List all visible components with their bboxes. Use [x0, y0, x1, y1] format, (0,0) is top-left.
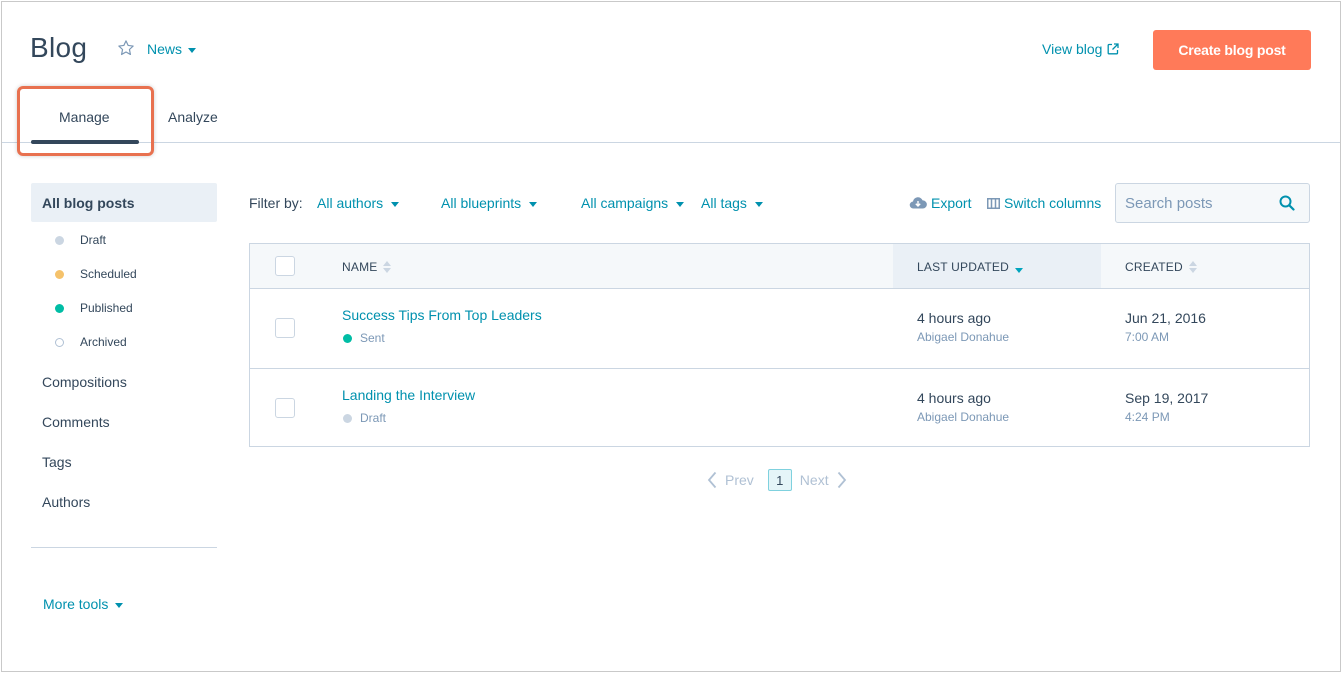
filter-label: Filter by: — [249, 195, 303, 211]
active-tab-indicator — [31, 140, 139, 144]
column-header-label: NAME — [342, 260, 378, 274]
row-checkbox[interactable] — [275, 398, 295, 418]
table-header: NAME LAST UPDATED CREATED — [250, 244, 1309, 289]
sidebar-item-tags[interactable]: Tags — [42, 454, 72, 470]
column-header-name[interactable]: NAME — [342, 260, 392, 274]
select-all-checkbox[interactable] — [275, 256, 295, 276]
sidebar-subitem-label: Published — [80, 301, 133, 315]
created-date: Jun 21, 2016 — [1125, 310, 1206, 326]
last-updated-value: 4 hours ago — [917, 310, 991, 326]
last-updated-value: 4 hours ago — [917, 390, 991, 406]
columns-icon — [987, 197, 1000, 209]
view-blog-link[interactable]: View blog — [1042, 41, 1120, 57]
sidebar-subitem-scheduled[interactable]: Scheduled — [55, 267, 137, 281]
sidebar-subitem-archived[interactable]: Archived — [55, 335, 127, 349]
status-label: Draft — [360, 411, 387, 425]
table-row: Success Tips From Top Leaders Sent 4 hou… — [250, 288, 1309, 369]
status-dot-icon — [55, 303, 64, 313]
post-title-link[interactable]: Landing the Interview — [342, 387, 475, 403]
page-number-current[interactable]: 1 — [767, 469, 792, 491]
filter-authors-label: All authors — [317, 195, 384, 211]
caret-down-icon — [754, 201, 763, 207]
page-title: Blog — [30, 32, 88, 63]
status-dot-icon — [55, 235, 64, 245]
blog-selector-label: News — [147, 41, 183, 57]
app-window: Blog News View blog Create blog post Man… — [1, 1, 1341, 672]
export-button[interactable]: Export — [909, 195, 971, 211]
sidebar-subitem-draft[interactable]: Draft — [55, 233, 106, 247]
next-page-button[interactable]: Next — [800, 471, 847, 489]
create-blog-post-button[interactable]: Create blog post — [1153, 30, 1311, 70]
created-time: 7:00 AM — [1125, 330, 1170, 344]
sort-icon — [1188, 261, 1197, 273]
tab-analyze[interactable]: Analyze — [168, 109, 218, 125]
caret-down-icon — [676, 201, 685, 207]
chevron-left-icon — [707, 471, 717, 489]
filter-tags-dropdown[interactable]: All tags — [701, 195, 763, 211]
filter-blueprints-label: All blueprints — [441, 195, 522, 211]
table-row: Landing the Interview Draft 4 hours ago … — [250, 368, 1309, 448]
blog-selector-dropdown[interactable]: News — [147, 41, 197, 57]
sidebar-item-all-blog-posts[interactable]: All blog posts — [31, 183, 217, 222]
post-title-link[interactable]: Success Tips From Top Leaders — [342, 307, 542, 323]
status-badge: Sent — [343, 331, 385, 345]
caret-down-icon — [529, 201, 538, 207]
caret-down-icon — [391, 201, 400, 207]
tab-manage[interactable]: Manage — [59, 109, 110, 125]
column-header-label: CREATED — [1125, 260, 1183, 274]
chevron-right-icon — [837, 471, 846, 489]
sidebar-divider — [31, 547, 217, 548]
pagination: Prev 1 Next — [707, 469, 847, 491]
tabs-divider — [2, 142, 1340, 143]
last-updated-by: Abigael Donahue — [917, 410, 1010, 424]
search-input[interactable] — [1125, 193, 1275, 213]
filter-blueprints-dropdown[interactable]: All blueprints — [441, 195, 538, 211]
last-updated-by: Abigael Donahue — [917, 330, 1010, 344]
row-checkbox[interactable] — [275, 318, 295, 338]
switch-columns-label: Switch columns — [1004, 195, 1102, 211]
status-dot-icon — [55, 337, 64, 347]
external-link-icon — [1108, 43, 1120, 55]
sidebar-item-authors[interactable]: Authors — [42, 494, 90, 510]
more-tools-dropdown[interactable]: More tools — [43, 596, 124, 612]
filter-tags-label: All tags — [701, 195, 747, 211]
sidebar-subitem-label: Scheduled — [80, 267, 137, 281]
view-blog-label: View blog — [1042, 41, 1103, 57]
column-header-label: LAST UPDATED — [917, 260, 1009, 274]
sidebar-item-label: All blog posts — [42, 195, 135, 211]
caret-down-icon — [115, 602, 124, 608]
caret-down-icon — [188, 47, 197, 53]
sidebar-item-comments[interactable]: Comments — [42, 414, 110, 430]
star-icon[interactable] — [117, 39, 135, 57]
more-tools-label: More tools — [43, 596, 109, 612]
sort-icon — [383, 261, 392, 273]
status-dot-icon — [343, 413, 352, 423]
filter-authors-dropdown[interactable]: All authors — [317, 195, 400, 211]
status-badge: Draft — [343, 411, 386, 425]
prev-page-button[interactable]: Prev — [707, 471, 754, 489]
created-date: Sep 19, 2017 — [1125, 390, 1209, 406]
blog-posts-table: NAME LAST UPDATED CREATED Success Tips F… — [249, 243, 1310, 447]
filter-campaigns-dropdown[interactable]: All campaigns — [581, 195, 685, 211]
sidebar-subitem-label: Archived — [80, 335, 127, 349]
sort-descending-icon — [1014, 261, 1023, 273]
status-dot-icon — [55, 269, 64, 279]
filter-campaigns-label: All campaigns — [581, 195, 669, 211]
sidebar-subitem-label: Draft — [80, 233, 107, 247]
status-label: Sent — [360, 331, 385, 345]
cloud-download-icon — [909, 197, 927, 209]
sidebar-subitem-published[interactable]: Published — [55, 301, 133, 315]
column-header-last-updated[interactable]: LAST UPDATED — [917, 260, 1023, 274]
next-page-label: Next — [799, 472, 829, 488]
export-label: Export — [931, 195, 972, 211]
switch-columns-button[interactable]: Switch columns — [987, 195, 1101, 211]
status-dot-icon — [343, 333, 352, 343]
created-time: 4:24 PM — [1125, 410, 1170, 424]
sidebar-item-compositions[interactable]: Compositions — [42, 374, 127, 390]
prev-page-label: Prev — [725, 472, 754, 488]
search-icon[interactable] — [1279, 195, 1295, 211]
column-header-created[interactable]: CREATED — [1125, 260, 1197, 274]
search-posts-field[interactable] — [1115, 183, 1310, 223]
